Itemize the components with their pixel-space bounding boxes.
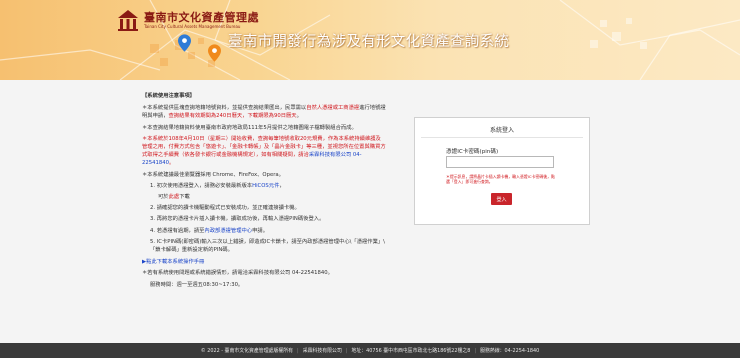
site-footer: © 2022 - 臺南市文化資產管理處版權所有 | 采霖科技有限公司 | 地址：… (0, 343, 740, 358)
divider: | (474, 347, 477, 354)
map-pin-icon (208, 44, 221, 62)
download-here-link[interactable]: 此處 (169, 194, 180, 200)
step-1: 1. 初次使用憑證登入，請務必安裝最新版本HiCOS元件， (142, 182, 386, 190)
login-panel: 系統登入 憑證IC卡密碼(pin碼) ＊提示訊息，請將晶片卡插入讀卡機，輸入憑證… (414, 117, 590, 225)
notice-highlight: 查詢結果有效期間為240日曆天，下載期限為90日曆天 (168, 113, 297, 120)
step-text: 下載 (179, 194, 190, 201)
step-text: 申請。 (252, 227, 269, 234)
logo-subtitle: Tainan City Cultural Assets Management B… (144, 23, 241, 29)
step-text: 1. 初次使用憑證登入，請務必安裝最新版本 (150, 182, 253, 189)
footer-company: 采霖科技有限公司 (302, 348, 342, 354)
login-hint: ＊提示訊息，請將晶片卡插入讀卡機，輸入憑證IC卡密碼後，點選「登入」即可進行查詢… (446, 174, 555, 185)
hicos-link[interactable]: HiCOS元件 (252, 183, 279, 189)
notice-item-fees: ＊本系統於108年4月10日（星期三）開始收費，查詢每筆地號收取20元規費，作為… (142, 135, 386, 168)
divider: | (297, 347, 299, 354)
step-3: 3. 再將您的憑證卡片插入讀卡機，讀取成功後，再輸入憑證PIN碼後登入。 (150, 216, 325, 223)
step-2: 2. 請確認您的讀卡機驅動程式已安裝成功，並正確連接讀卡機。 (150, 205, 300, 212)
login-title: 系統登入 (489, 127, 514, 134)
divider (421, 137, 583, 138)
logo-title: 臺南市文化資產管理處 (144, 10, 259, 24)
manual-download-link[interactable]: ▶點此下載本系統操作手冊 (142, 259, 204, 265)
site-logo[interactable]: 臺南市文化資產管理處 Tainan City Cultural Assets M… (116, 8, 259, 32)
site-header: 臺南市文化資產管理處 Tainan City Cultural Assets M… (0, 0, 740, 80)
login-button[interactable]: 登入 (491, 193, 512, 205)
page-title: 臺南市開發行為涉及有形文化資產查詢系統 (228, 34, 510, 50)
step-4: 4. 若憑證有過期，請至內政部憑證管理中心申請。 (142, 227, 386, 235)
logo-emblem-icon (118, 10, 138, 31)
divider: | (345, 347, 348, 354)
notice-text: ＊本系統提供區塊查詢地籍地號資料，並提供查詢結果匯出，民眾需以 (142, 105, 307, 112)
service-hours: 服務時間：週一至週五08:30~17:30。 (150, 281, 244, 288)
pin-input[interactable] (446, 156, 554, 168)
copyright: © 2022 - 臺南市文化資產管理處版權所有 (200, 348, 294, 354)
notice-title: 【系統使用注意事項】 (142, 93, 195, 99)
footer-phone: 服務熱線：04-2254-1840 (480, 348, 540, 354)
notice-text: 。 (168, 160, 175, 167)
notice-item-data-source: ＊本查詢結果地籍資料使用臺南市政府地政局111年5月提供之地籍圖電子檔轉製組合而… (142, 124, 357, 131)
support-contact: ＊若有系統使用問題或系統錯誤情形，請電洽采霖科技有限公司 04-22541840… (142, 270, 333, 277)
moica-link[interactable]: 內政部憑證管理中心 (204, 228, 252, 234)
step-5: 5. IC卡PIN碼(即密碼)輸入三次以上錯誤，即造成IC卡鎖卡，請至內政部憑證… (150, 238, 385, 254)
notice-text: 。 (296, 113, 302, 120)
map-pin-icon (178, 34, 191, 52)
step-text: 可於 (158, 194, 169, 201)
usage-notice: 【系統使用注意事項】 ＊本系統提供區塊查詢地籍地號資料，並提供查詢結果匯出，民眾… (142, 92, 386, 292)
step-text: ， (279, 182, 285, 189)
step-1-sub: 可於此處下載 (142, 193, 386, 201)
notice-item-query: ＊本系統提供區塊查詢地籍地號資料，並提供查詢結果匯出，民眾需以自然人憑證或工商憑… (142, 104, 386, 120)
pin-label: 憑證IC卡密碼(pin碼) (446, 149, 499, 155)
manual-download-row: ▶點此下載本系統操作手冊 (142, 258, 386, 266)
footer-address: 地址：40756 臺中市西屯區市政北七路186號22樓之8 (351, 348, 471, 354)
notice-item-browser: ＊本系統建議最佳瀏覽器採用 Chrome、FireFox、Opera。 (142, 171, 284, 178)
notice-highlight: 自然人憑證或工商憑證 (306, 105, 360, 112)
step-text: 4. 若憑證有過期，請至 (150, 227, 205, 234)
